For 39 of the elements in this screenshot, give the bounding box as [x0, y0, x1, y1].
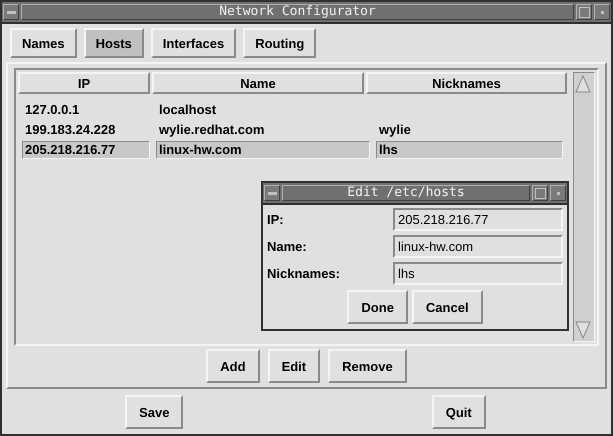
- maximize-button[interactable]: [532, 185, 548, 201]
- window-title: Network Configurator: [21, 4, 574, 20]
- minimize-button[interactable]: [594, 4, 610, 20]
- tab[interactable]: Hosts: [84, 28, 144, 58]
- scroll-down-arrow-icon[interactable]: [574, 319, 592, 341]
- field-label: IP:: [267, 212, 285, 227]
- table-cell[interactable]: wylie: [376, 121, 563, 139]
- column-header[interactable]: Nicknames: [366, 72, 567, 94]
- column-header[interactable]: Name: [152, 72, 364, 94]
- list-button[interactable]: Remove: [328, 349, 407, 383]
- window-menu-button[interactable]: [264, 185, 280, 201]
- tab[interactable]: Interfaces: [150, 28, 236, 58]
- scroll-up-arrow-icon[interactable]: [574, 73, 592, 95]
- dialog-button[interactable]: Done: [347, 290, 408, 324]
- scrollbar[interactable]: [573, 72, 595, 342]
- list-button[interactable]: Add: [206, 349, 260, 383]
- table-cell[interactable]: 205.218.216.77: [22, 141, 150, 159]
- column-header[interactable]: IP: [18, 72, 150, 94]
- field-label: Nicknames:: [267, 266, 341, 281]
- maximize-button[interactable]: [576, 4, 592, 20]
- table-cell[interactable]: 199.183.24.228: [22, 121, 150, 139]
- minimize-button[interactable]: [550, 185, 566, 201]
- window-menu-button[interactable]: [3, 4, 19, 20]
- table-cell[interactable]: localhost: [156, 101, 370, 119]
- dialog-title: Edit /etc/hosts: [282, 185, 530, 201]
- list-button[interactable]: Edit: [268, 349, 320, 383]
- input-field[interactable]: linux-hw.com: [393, 235, 563, 258]
- input-field[interactable]: lhs: [393, 262, 563, 285]
- footer-button[interactable]: Quit: [432, 395, 486, 429]
- table-cell[interactable]: wylie.redhat.com: [156, 121, 370, 139]
- input-field[interactable]: 205.218.216.77: [393, 208, 563, 231]
- table-cell[interactable]: lhs: [376, 141, 563, 159]
- table-cell[interactable]: 127.0.0.1: [22, 101, 150, 119]
- footer-button[interactable]: Save: [125, 395, 184, 429]
- field-label: Name:: [267, 239, 308, 254]
- tab[interactable]: Routing: [243, 28, 316, 58]
- dialog-button[interactable]: Cancel: [412, 290, 483, 324]
- tab[interactable]: Names: [10, 28, 77, 58]
- table-cell[interactable]: linux-hw.com: [156, 141, 370, 159]
